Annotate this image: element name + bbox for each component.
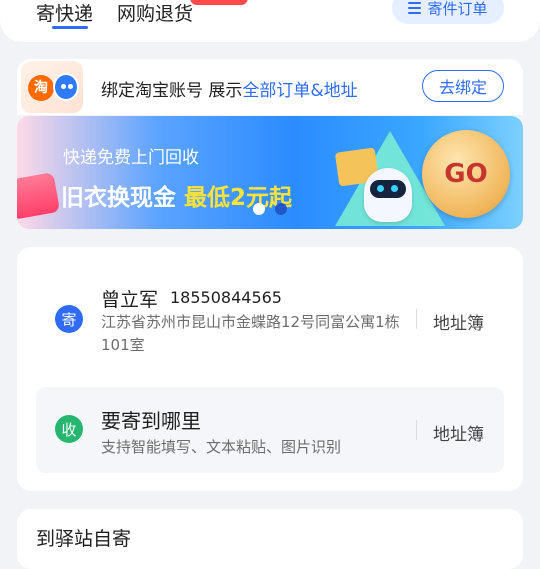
sender-phone[interactable]: 18550844565: [170, 288, 282, 307]
return-tab-badge: [190, 0, 248, 5]
send-orders-label: 寄件订单: [427, 0, 488, 18]
sender-tag-icon: 寄: [55, 305, 83, 333]
sender-address[interactable]: 江苏省苏州市昆山市金蝶路12号同富公寓1栋101室: [101, 311, 411, 357]
taobao-bind-text: 绑定淘宝账号 展示全部订单&地址: [101, 76, 358, 101]
robot-mascot-icon: [364, 168, 412, 222]
sender-name[interactable]: 曾立军: [101, 285, 158, 312]
station-self-send-title[interactable]: 到驿站自寄: [36, 524, 131, 551]
carousel-dot[interactable]: [275, 203, 287, 215]
carousel-dot-active[interactable]: [253, 203, 265, 215]
receiver-hint: 支持智能填写、文本粘贴、图片识别: [101, 438, 342, 456]
recycle-clothes-banner[interactable]: 快递免费上门回收 旧衣换现金 最低2元起 GO: [17, 116, 523, 229]
divider: [416, 420, 417, 440]
receiver-title[interactable]: 要寄到哪里: [101, 405, 201, 434]
bind-taobao-button[interactable]: 去绑定: [422, 70, 504, 102]
banner-title-main: 旧衣换现金: [61, 185, 176, 211]
tab-send-express[interactable]: 寄快递: [36, 0, 93, 26]
bind-highlight: 全部订单&地址: [242, 81, 358, 101]
bind-prefix: 绑定淘宝账号 展示: [101, 81, 243, 101]
wallet-icon: [17, 172, 61, 220]
receiver-tag-icon: 收: [55, 415, 83, 443]
active-tab-indicator: [52, 26, 88, 29]
taobao-logo: 淘: [21, 61, 83, 113]
banner-go-button[interactable]: GO: [422, 130, 510, 218]
taobao-logo-icon: 淘: [28, 75, 54, 101]
top-tab-bar: 寄快递 网购退货 寄件订单: [0, 0, 540, 42]
station-self-send-card: 到驿站自寄: [17, 509, 523, 569]
sender-address-book-button[interactable]: 地址簿: [433, 309, 484, 334]
list-icon: [408, 2, 422, 14]
robot-avatar-icon: [53, 73, 79, 101]
address-card: 寄 曾立军 18550844565 江苏省苏州市昆山市金蝶路12号同富公寓1栋1…: [17, 247, 523, 491]
carousel-dots: [253, 203, 287, 215]
taobao-bind-card: 淘 绑定淘宝账号 展示全部订单&地址 去绑定: [17, 59, 523, 115]
send-orders-button[interactable]: 寄件订单: [392, 0, 504, 24]
receiver-address-book-button[interactable]: 地址簿: [433, 420, 484, 445]
tab-online-return[interactable]: 网购退货: [117, 0, 193, 26]
banner-subtitle: 快递免费上门回收: [63, 148, 199, 168]
divider: [416, 309, 417, 329]
